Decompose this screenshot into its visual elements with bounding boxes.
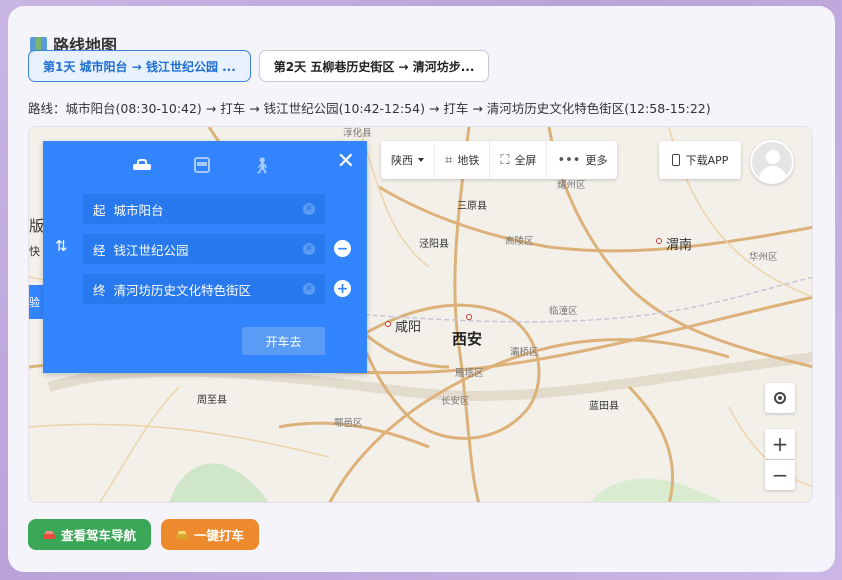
route-map-card: 路线地图 第1天 城市阳台 → 钱江世纪公园 ... 第2天 五柳巷历史街区 →…	[8, 6, 835, 572]
map-label-lintong: 临潼区	[549, 306, 578, 317]
map-label-yaozhou: 耀州区	[557, 180, 586, 191]
tab-day-1[interactable]: 第1天 城市阳台 → 钱江世纪公园 ...	[28, 50, 251, 82]
avatar-body-icon	[759, 166, 787, 182]
add-via-button[interactable]: +	[334, 280, 351, 297]
zoom-out-button[interactable]: −	[765, 460, 795, 490]
map-label-xian: 西安	[452, 330, 483, 348]
swap-icon[interactable]: ⇅	[55, 237, 68, 255]
map-label-top-cut: 淳化县	[343, 128, 372, 139]
clear-end-icon[interactable]: ✕	[303, 283, 315, 295]
action-buttons: 查看驾车导航 一键打车	[28, 519, 260, 550]
chevron-down-icon	[418, 158, 424, 162]
minus-icon: −	[336, 240, 349, 257]
region-label: 陕西	[391, 154, 413, 167]
tab-drive[interactable]	[131, 155, 153, 175]
end-prefix: 终	[93, 282, 106, 298]
subway-icon: ⌗	[445, 152, 453, 168]
bus-icon	[194, 157, 210, 173]
promo-text-2: 快	[29, 245, 40, 258]
start-prefix: 起	[93, 202, 106, 218]
weinan-marker	[656, 238, 662, 244]
travel-mode-tabs: 🚶︎	[131, 155, 273, 175]
remove-via-button[interactable]: −	[334, 240, 351, 257]
more-icon: •••	[557, 152, 581, 168]
region-selector[interactable]: 陕西	[381, 141, 435, 179]
route-planner-panel: 🚶︎ ✕ ⇅ 起 城市阳台 ✕ 经 钱江世纪公园 ✕ − 终 清河坊历史文化特色…	[43, 141, 367, 373]
walk-icon: 🚶︎	[251, 155, 273, 175]
avatar[interactable]	[750, 140, 794, 184]
xianyang-marker	[385, 321, 391, 327]
via-prefix: 经	[93, 242, 106, 258]
day-tabs: 第1天 城市阳台 → 钱江世纪公园 ... 第2天 五柳巷历史街区 → 清河坊步…	[28, 50, 490, 82]
clear-start-icon[interactable]: ✕	[303, 203, 315, 215]
phone-icon	[671, 154, 680, 166]
map-label-gaoling: 高陵区	[505, 236, 534, 247]
close-icon[interactable]: ✕	[337, 151, 355, 173]
hail-taxi-button[interactable]: 一键打车	[161, 519, 260, 550]
start-drive-button[interactable]: 开车去	[242, 327, 325, 355]
map-toolbar: 陕西 ⌗ 地铁 ⛶ 全屏 ••• 更多	[381, 141, 618, 179]
plus-icon: +	[771, 432, 789, 456]
map-label-yanta: 雁塔区	[455, 368, 484, 379]
map-view[interactable]: 淳化县 耀州区 三原县 泾阳县 高陵区 渭南 华州区 咸阳 西安 临潼区 灞桥区…	[28, 126, 813, 503]
map-label-baqiao: 灞桥区	[510, 347, 539, 358]
more-button[interactable]: ••• 更多	[547, 141, 617, 179]
map-label-xianyang: 咸阳	[395, 320, 422, 335]
clear-via-icon[interactable]: ✕	[303, 243, 315, 255]
map-label-weinan: 渭南	[666, 238, 693, 253]
end-value: 清河坊历史文化特色街区	[113, 282, 252, 298]
start-value: 城市阳台	[113, 202, 164, 218]
map-label-jingyang: 泾阳县	[419, 239, 449, 250]
via-field[interactable]: 经 钱江世纪公园 ✕	[83, 234, 325, 264]
locate-icon	[774, 392, 786, 404]
plus-icon: +	[336, 280, 349, 297]
zoom-in-button[interactable]: +	[765, 429, 795, 459]
avatar-head-icon	[766, 150, 780, 164]
fullscreen-icon: ⛶	[500, 152, 510, 168]
subway-label: 地铁	[457, 154, 480, 167]
map-label-huazhou: 华州区	[749, 252, 778, 263]
map-label-huyi: 鄠邑区	[334, 418, 363, 429]
download-app-label: 下载APP	[685, 154, 729, 167]
tab-walk[interactable]: 🚶︎	[251, 155, 273, 175]
car-icon	[43, 530, 55, 539]
map-label-lantian: 蓝田县	[589, 401, 619, 412]
download-app-button[interactable]: 下载APP	[659, 141, 741, 179]
subway-button[interactable]: ⌗ 地铁	[435, 141, 491, 179]
locate-button[interactable]	[765, 383, 795, 413]
fullscreen-button[interactable]: ⛶ 全屏	[490, 141, 548, 179]
hail-taxi-label: 一键打车	[194, 528, 245, 543]
map-label-changan: 长安区	[441, 396, 470, 407]
promo-text-1: 版	[29, 217, 45, 235]
drive-navigation-label: 查看驾车导航	[61, 528, 137, 543]
end-field[interactable]: 终 清河坊历史文化特色街区 ✕	[83, 274, 325, 304]
start-field[interactable]: 起 城市阳台 ✕	[83, 194, 325, 224]
route-summary: 路线：城市阳台(08:30-10:42) → 打车 → 钱江世纪公园(10:42…	[28, 101, 711, 116]
more-label: 更多	[585, 154, 608, 167]
map-label-sanyuan: 三原县	[457, 201, 487, 212]
minus-icon: −	[771, 463, 789, 487]
map-label-zhouzhi: 周至县	[197, 395, 227, 406]
via-value: 钱江世纪公园	[113, 242, 189, 258]
tab-day-2[interactable]: 第2天 五柳巷历史街区 → 清河坊步...	[258, 50, 490, 82]
car-icon	[133, 159, 151, 171]
drive-navigation-button[interactable]: 查看驾车导航	[28, 519, 152, 550]
taxi-icon	[176, 530, 189, 539]
xian-marker	[466, 314, 472, 320]
fullscreen-label: 全屏	[514, 154, 537, 167]
tab-bus[interactable]	[191, 155, 213, 175]
